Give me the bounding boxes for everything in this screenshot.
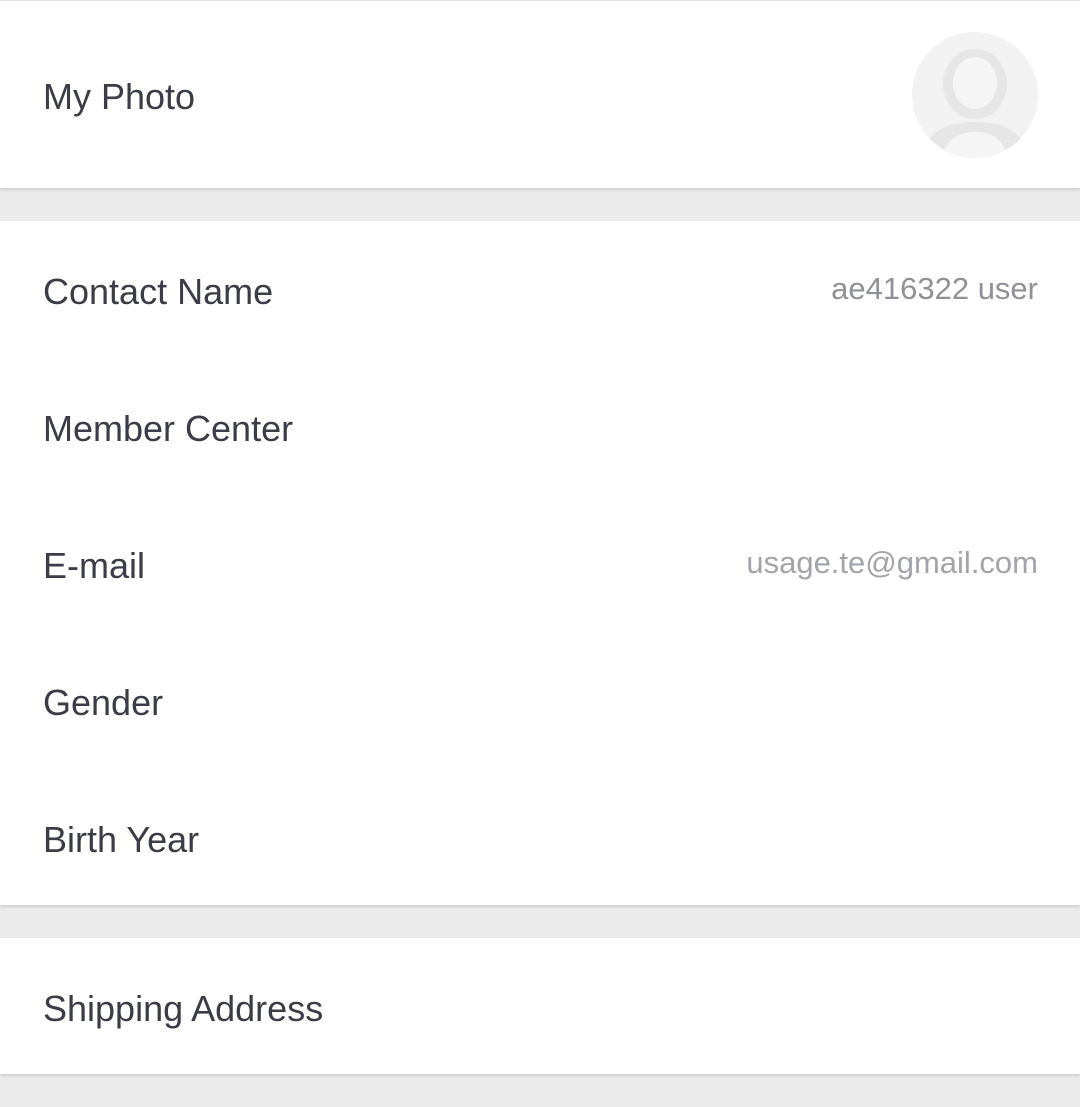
email-row[interactable]: E-mail usage.te@gmail.com: [0, 497, 1080, 634]
shipping-address-label: Shipping Address: [43, 987, 324, 1029]
email-label: E-mail: [43, 544, 146, 586]
photo-section: My Photo: [0, 0, 1080, 188]
birth-year-label: Birth Year: [43, 818, 200, 860]
person-silhouette-icon: [912, 32, 1038, 158]
my-photo-label: My Photo: [43, 75, 196, 117]
member-center-row[interactable]: Member Center: [0, 360, 1080, 497]
contact-name-value: ae416322 user: [831, 270, 1038, 306]
birth-year-row[interactable]: Birth Year: [0, 771, 1080, 908]
contact-name-label: Contact Name: [43, 270, 274, 312]
contact-name-row[interactable]: Contact Name ae416322 user: [0, 223, 1080, 360]
profile-info-section: Contact Name ae416322 user Member Center…: [0, 221, 1080, 905]
gender-row[interactable]: Gender: [0, 634, 1080, 771]
member-center-label: Member Center: [43, 407, 294, 449]
email-value: usage.te@gmail.com: [746, 544, 1038, 580]
profile-settings-page: My Photo Contact Name ae416322 user Memb…: [0, 0, 1080, 1107]
gender-label: Gender: [43, 681, 164, 723]
shipping-address-row[interactable]: Shipping Address: [0, 940, 1080, 1077]
shipping-section: Shipping Address: [0, 938, 1080, 1074]
avatar[interactable]: [912, 32, 1038, 158]
